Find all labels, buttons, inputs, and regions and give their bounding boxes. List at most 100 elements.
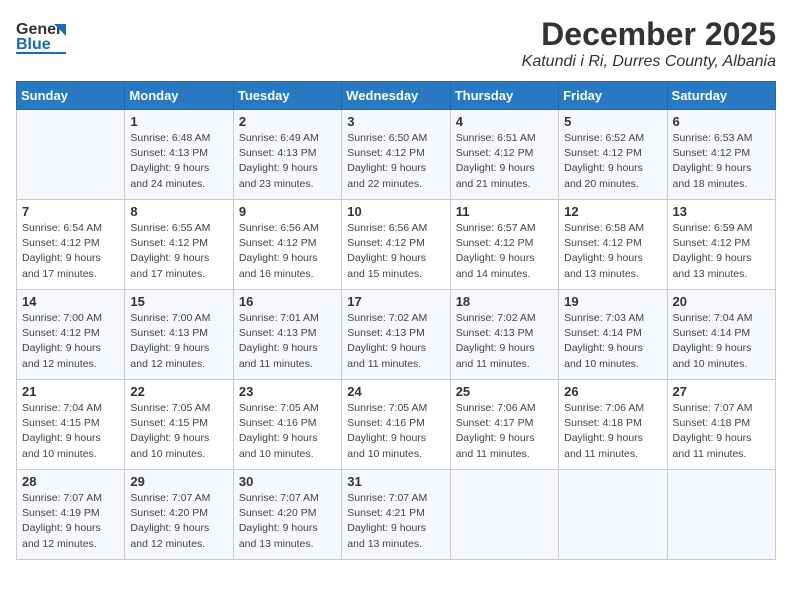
sunset-time: Sunset: 4:12 PM (347, 237, 425, 249)
svg-text:Blue: Blue (16, 36, 51, 53)
table-row (450, 470, 558, 560)
sunset-time: Sunset: 4:16 PM (347, 417, 425, 429)
sunset-time: Sunset: 4:20 PM (239, 507, 317, 519)
day-info: Sunrise: 6:49 AM Sunset: 4:13 PM Dayligh… (239, 131, 336, 192)
daylight-hours: Daylight: 9 hours and 10 minutes. (130, 432, 209, 459)
daylight-hours: Daylight: 9 hours and 13 minutes. (347, 522, 426, 549)
table-row: 7 Sunrise: 6:54 AM Sunset: 4:12 PM Dayli… (17, 200, 125, 290)
sunrise-time: Sunrise: 7:04 AM (673, 312, 753, 324)
table-row: 8 Sunrise: 6:55 AM Sunset: 4:12 PM Dayli… (125, 200, 233, 290)
day-info: Sunrise: 7:02 AM Sunset: 4:13 PM Dayligh… (347, 311, 444, 372)
sunset-time: Sunset: 4:13 PM (456, 327, 534, 339)
table-row: 10 Sunrise: 6:56 AM Sunset: 4:12 PM Dayl… (342, 200, 450, 290)
table-row: 5 Sunrise: 6:52 AM Sunset: 4:12 PM Dayli… (559, 110, 667, 200)
day-info: Sunrise: 6:56 AM Sunset: 4:12 PM Dayligh… (239, 221, 336, 282)
day-number: 5 (564, 114, 661, 129)
sunset-time: Sunset: 4:15 PM (130, 417, 208, 429)
daylight-hours: Daylight: 9 hours and 11 minutes. (673, 432, 752, 459)
day-info: Sunrise: 7:07 AM Sunset: 4:20 PM Dayligh… (239, 491, 336, 552)
day-number: 6 (673, 114, 770, 129)
sunset-time: Sunset: 4:13 PM (130, 147, 208, 159)
sunrise-time: Sunrise: 7:02 AM (347, 312, 427, 324)
day-info: Sunrise: 6:50 AM Sunset: 4:12 PM Dayligh… (347, 131, 444, 192)
sunset-time: Sunset: 4:12 PM (22, 237, 100, 249)
day-info: Sunrise: 7:04 AM Sunset: 4:14 PM Dayligh… (673, 311, 770, 372)
daylight-hours: Daylight: 9 hours and 17 minutes. (22, 252, 101, 279)
header-saturday: Saturday (667, 82, 775, 110)
day-info: Sunrise: 6:54 AM Sunset: 4:12 PM Dayligh… (22, 221, 119, 282)
sunrise-time: Sunrise: 6:53 AM (673, 132, 753, 144)
location-title: Katundi i Ri, Durres County, Albania (522, 53, 776, 71)
table-row: 23 Sunrise: 7:05 AM Sunset: 4:16 PM Dayl… (233, 380, 341, 470)
daylight-hours: Daylight: 9 hours and 12 minutes. (22, 522, 101, 549)
sunrise-time: Sunrise: 6:50 AM (347, 132, 427, 144)
daylight-hours: Daylight: 9 hours and 10 minutes. (564, 342, 643, 369)
day-info: Sunrise: 6:48 AM Sunset: 4:13 PM Dayligh… (130, 131, 227, 192)
sunset-time: Sunset: 4:15 PM (22, 417, 100, 429)
day-info: Sunrise: 7:05 AM Sunset: 4:15 PM Dayligh… (130, 401, 227, 462)
table-row: 19 Sunrise: 7:03 AM Sunset: 4:14 PM Dayl… (559, 290, 667, 380)
daylight-hours: Daylight: 9 hours and 12 minutes. (130, 522, 209, 549)
day-number: 31 (347, 474, 444, 489)
day-number: 13 (673, 204, 770, 219)
day-number: 20 (673, 294, 770, 309)
sunset-time: Sunset: 4:14 PM (673, 327, 751, 339)
sunrise-time: Sunrise: 7:07 AM (239, 492, 319, 504)
sunrise-time: Sunrise: 7:00 AM (22, 312, 102, 324)
calendar-table: Sunday Monday Tuesday Wednesday Thursday… (16, 81, 776, 560)
day-number: 4 (456, 114, 553, 129)
table-row: 22 Sunrise: 7:05 AM Sunset: 4:15 PM Dayl… (125, 380, 233, 470)
table-row: 13 Sunrise: 6:59 AM Sunset: 4:12 PM Dayl… (667, 200, 775, 290)
sunset-time: Sunset: 4:21 PM (347, 507, 425, 519)
daylight-hours: Daylight: 9 hours and 20 minutes. (564, 162, 643, 189)
day-number: 21 (22, 384, 119, 399)
daylight-hours: Daylight: 9 hours and 13 minutes. (673, 252, 752, 279)
page-header: General Blue December 2025 Katundi i Ri,… (16, 16, 776, 71)
day-number: 1 (130, 114, 227, 129)
header-sunday: Sunday (17, 82, 125, 110)
daylight-hours: Daylight: 9 hours and 18 minutes. (673, 162, 752, 189)
sunrise-time: Sunrise: 6:56 AM (347, 222, 427, 234)
day-info: Sunrise: 7:04 AM Sunset: 4:15 PM Dayligh… (22, 401, 119, 462)
day-number: 9 (239, 204, 336, 219)
calendar-week-row: 28 Sunrise: 7:07 AM Sunset: 4:19 PM Dayl… (17, 470, 776, 560)
sunrise-time: Sunrise: 7:05 AM (239, 402, 319, 414)
daylight-hours: Daylight: 9 hours and 16 minutes. (239, 252, 318, 279)
table-row: 20 Sunrise: 7:04 AM Sunset: 4:14 PM Dayl… (667, 290, 775, 380)
daylight-hours: Daylight: 9 hours and 10 minutes. (347, 432, 426, 459)
day-number: 16 (239, 294, 336, 309)
day-number: 7 (22, 204, 119, 219)
table-row: 12 Sunrise: 6:58 AM Sunset: 4:12 PM Dayl… (559, 200, 667, 290)
daylight-hours: Daylight: 9 hours and 11 minutes. (564, 432, 643, 459)
sunrise-time: Sunrise: 7:07 AM (130, 492, 210, 504)
table-row: 18 Sunrise: 7:02 AM Sunset: 4:13 PM Dayl… (450, 290, 558, 380)
sunrise-time: Sunrise: 7:04 AM (22, 402, 102, 414)
sunset-time: Sunset: 4:12 PM (673, 147, 751, 159)
table-row (17, 110, 125, 200)
daylight-hours: Daylight: 9 hours and 24 minutes. (130, 162, 209, 189)
table-row: 24 Sunrise: 7:05 AM Sunset: 4:16 PM Dayl… (342, 380, 450, 470)
sunrise-time: Sunrise: 7:05 AM (347, 402, 427, 414)
day-info: Sunrise: 7:00 AM Sunset: 4:12 PM Dayligh… (22, 311, 119, 372)
table-row: 26 Sunrise: 7:06 AM Sunset: 4:18 PM Dayl… (559, 380, 667, 470)
logo: General Blue (16, 16, 66, 54)
sunset-time: Sunset: 4:13 PM (130, 327, 208, 339)
sunrise-time: Sunrise: 7:07 AM (347, 492, 427, 504)
sunset-time: Sunset: 4:12 PM (130, 237, 208, 249)
sunset-time: Sunset: 4:12 PM (673, 237, 751, 249)
table-row (559, 470, 667, 560)
sunrise-time: Sunrise: 6:51 AM (456, 132, 536, 144)
day-number: 11 (456, 204, 553, 219)
day-number: 15 (130, 294, 227, 309)
sunset-time: Sunset: 4:12 PM (456, 237, 534, 249)
daylight-hours: Daylight: 9 hours and 10 minutes. (22, 432, 101, 459)
day-info: Sunrise: 6:59 AM Sunset: 4:12 PM Dayligh… (673, 221, 770, 282)
day-number: 28 (22, 474, 119, 489)
calendar-week-row: 21 Sunrise: 7:04 AM Sunset: 4:15 PM Dayl… (17, 380, 776, 470)
sunset-time: Sunset: 4:13 PM (239, 327, 317, 339)
table-row: 17 Sunrise: 7:02 AM Sunset: 4:13 PM Dayl… (342, 290, 450, 380)
day-number: 19 (564, 294, 661, 309)
daylight-hours: Daylight: 9 hours and 12 minutes. (130, 342, 209, 369)
sunset-time: Sunset: 4:13 PM (239, 147, 317, 159)
table-row: 27 Sunrise: 7:07 AM Sunset: 4:18 PM Dayl… (667, 380, 775, 470)
